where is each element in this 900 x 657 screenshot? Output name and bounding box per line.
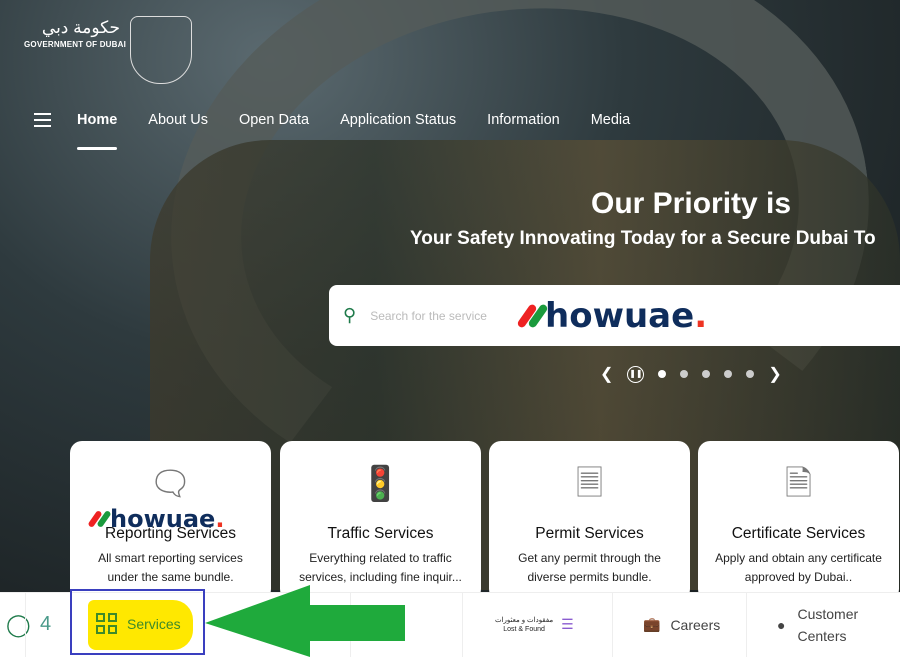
card-certificate-services[interactable]: 🗎 Certificate Services Apply and obtain … [698, 441, 899, 601]
dubai-emblem-icon [130, 16, 192, 84]
customer-centers-button[interactable]: ● Customer Centers [746, 592, 900, 657]
carousel-dot[interactable] [680, 370, 689, 378]
hero-title: Our Priority is [591, 187, 792, 220]
nav-about-us[interactable]: About Us [148, 112, 208, 128]
carousel-controls: ❮ ❚❚ ❯ [600, 364, 782, 384]
nav-application-status[interactable]: Application Status [340, 112, 456, 128]
permit-lock-icon: 🗏 [575, 465, 604, 503]
blue-box-annotation [70, 589, 205, 655]
green-arrow-annotation [205, 585, 405, 657]
search-input[interactable]: Search for the service [370, 309, 487, 323]
nav-open-data[interactable]: Open Data [239, 112, 309, 128]
briefcase-icon: 💼 [643, 616, 661, 632]
pause-icon[interactable]: ❚❚ [627, 365, 645, 383]
nav-home[interactable]: Home [77, 112, 118, 150]
hero-subtitle: Your Safety Innovating Today for a Secur… [410, 228, 876, 249]
traffic-icon: 🚦 [359, 465, 402, 503]
search-icon[interactable]: ⚲ [343, 305, 356, 326]
carousel-dot[interactable] [746, 370, 755, 378]
carousel-dot[interactable] [658, 370, 667, 378]
government-logo[interactable]: حكومة دبي GOVERNMENT OF DUBAI [24, 18, 126, 49]
card-traffic-services[interactable]: 🚦 Traffic Services Everything related to… [280, 441, 481, 601]
nav-information[interactable]: Information [487, 112, 560, 128]
card-permit-services[interactable]: 🗏 Permit Services Get any permit through… [489, 441, 690, 601]
hamburger-icon[interactable] [34, 113, 51, 127]
lost-found-icon: ☰ [561, 616, 574, 632]
report-bubble-icon: 🗨 [148, 465, 193, 503]
main-nav: Home About Us Open Data Application Stat… [34, 112, 661, 150]
careers-button[interactable]: 💼 Careers [612, 592, 746, 657]
chevron-right-icon[interactable]: ❯ [768, 364, 781, 384]
chevron-left-icon[interactable]: ❮ [600, 364, 613, 384]
nav-media[interactable]: Media [591, 112, 631, 128]
carousel-dot[interactable] [724, 370, 733, 378]
howuae-watermark: howuae. [87, 505, 224, 533]
howuae-watermark: howuae. [516, 296, 707, 336]
certificate-icon: 🗎 [784, 465, 813, 503]
location-pin-icon: ● [777, 616, 786, 633]
digital-4-icon[interactable]: 4 [25, 592, 51, 657]
lost-found-button[interactable]: مفقودات و معثورات Lost & Found ☰ [462, 592, 612, 657]
arrow-shape [205, 585, 405, 657]
carousel-dot[interactable] [702, 370, 711, 378]
